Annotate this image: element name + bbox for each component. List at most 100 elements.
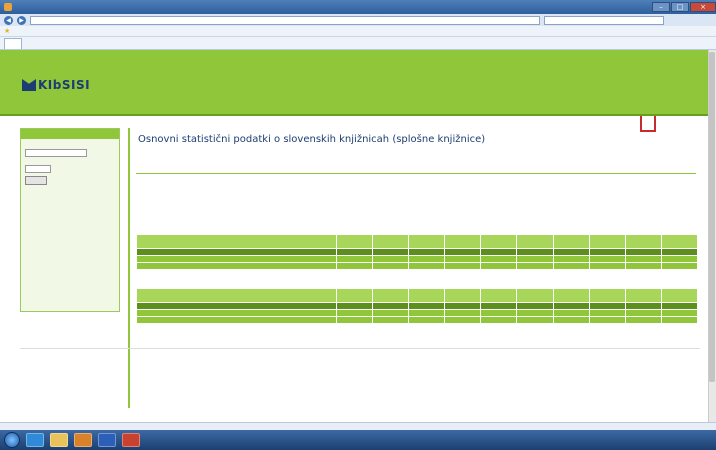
year-select[interactable] [25,165,51,173]
maximize-button[interactable]: □ [671,2,689,12]
table-cell [444,302,482,310]
windows-taskbar [0,430,716,450]
stats-table-2 [136,288,699,324]
browser-status-bar [0,422,716,430]
table-cell [372,255,410,263]
table-cell [588,255,626,263]
table-cell [660,255,699,263]
browser-title-bar: – □ × [0,0,716,14]
table-row [136,262,699,270]
table-cell [136,309,337,317]
table-cell [372,302,410,310]
table-cell [335,309,374,317]
table-cell [588,309,626,317]
table-cell [624,302,662,310]
table-cell [552,316,590,324]
application-icon[interactable] [122,433,140,447]
url-input[interactable] [30,15,540,25]
table-header-cell [335,288,374,303]
table-row [136,309,699,317]
table-row [136,302,699,310]
table-header-cell [552,234,590,249]
table-cell [372,309,410,317]
minimize-button[interactable]: – [652,2,670,12]
table-cell [480,262,518,270]
main-content: Osnovni statistični podatki o slovenskih… [128,128,700,408]
submit-button[interactable] [25,176,47,185]
table-cell [624,255,662,263]
table-cell [480,309,518,317]
table-header-cell [516,288,554,303]
table-cell [624,248,662,256]
table-header-cell [660,234,699,249]
table-header-cell [552,288,590,303]
table-cell [480,248,518,256]
table-cell [624,316,662,324]
table-row [136,248,699,256]
word-processor-icon[interactable] [98,433,116,447]
media-player-icon[interactable] [74,433,92,447]
table-row [136,316,699,324]
table-cell [552,302,590,310]
table-cell [660,316,699,324]
table-header-cell [444,234,482,249]
site-navigation [0,102,708,116]
table-header-cell [335,234,374,249]
table-cell [444,309,482,317]
page-footer [20,348,700,352]
table-header-cell [372,288,410,303]
table-cell [552,262,590,270]
favorites-star-icon[interactable]: ★ [4,27,10,35]
table-cell [552,309,590,317]
table-cell [136,248,337,256]
table-cell [552,255,590,263]
close-button[interactable]: × [690,2,716,12]
table-cell [660,309,699,317]
internet-explorer-icon[interactable] [26,433,44,447]
table-cell [372,262,410,270]
table-cell [444,262,482,270]
stats-table-1 [136,234,699,270]
table-cell [516,262,554,270]
back-arrow-icon[interactable]: ◀ [4,15,13,25]
table-cell [516,248,554,256]
table-row [136,255,699,263]
table-cell [136,316,337,324]
table-header-cell [444,288,482,303]
table-cell [444,316,482,324]
forward-arrow-icon[interactable]: ▶ [17,15,26,25]
table-cell [372,316,410,324]
table-cell [408,302,446,310]
table-cell [516,302,554,310]
table-cell [136,302,337,310]
table-header-cell [624,288,662,303]
table-cell [444,248,482,256]
browser-search-input[interactable] [544,15,664,25]
table-cell [480,302,518,310]
table-cell [660,262,699,270]
table-cell [516,316,554,324]
book-logo-icon [22,79,36,91]
site-logo[interactable]: KIbSISI [22,78,90,92]
table-cell [335,262,374,270]
table-cell [408,262,446,270]
table-header-cell [588,234,626,249]
table-cell [335,255,374,263]
web-page: KIbSISI Osnovni statistični podatki o sl… [0,50,708,422]
table-cell [136,255,337,263]
table-cell [660,248,699,256]
browser-tab-active[interactable] [4,37,22,49]
file-explorer-icon[interactable] [50,433,68,447]
address-bar: ◀ ▶ [0,14,716,26]
table-cell [408,248,446,256]
table-header-cell [516,234,554,249]
table-cell [588,316,626,324]
table-cell [136,262,337,270]
sidebar [20,128,120,312]
table-cell [588,248,626,256]
browser-tab-bar [0,37,716,50]
region-select[interactable] [25,149,87,157]
start-button-icon[interactable] [4,432,20,448]
page-scrollbar-thumb[interactable] [709,52,715,382]
table-cell [516,255,554,263]
